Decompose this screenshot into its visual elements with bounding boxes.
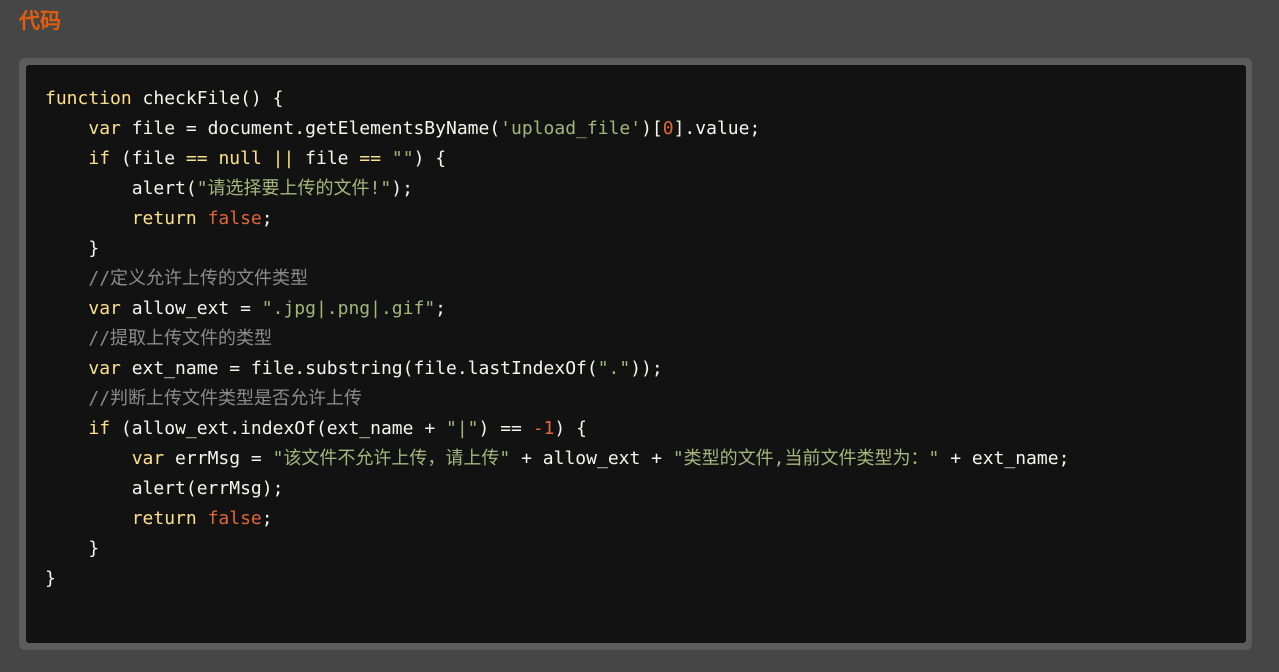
code-comment: //定义允许上传的文件类型 [88,268,309,289]
code-line: alert(errMsg); [45,474,1069,504]
code-string: "该文件不允许上传，请上传" [272,448,511,469]
code-plain: (file [110,148,186,169]
code-plain [45,268,88,289]
code-keyword: || [272,148,295,169]
code-comment: //判断上传文件类型是否允许上传 [88,388,363,409]
code-plain: ].value; [673,118,761,139]
code-line: //提取上传文件的类型 [45,324,1069,354]
code-plain: alert(errMsg); [45,478,284,499]
code-plain [45,118,88,139]
code-plain [381,148,392,169]
code-string: 'upload_file' [500,118,642,139]
code-plain: alert( [45,178,197,199]
code-plain: + allow_ext + [510,448,673,469]
code-plain: } [45,538,100,559]
code-keyword: == [359,148,382,169]
code-plain [208,148,219,169]
code-line: } [45,564,1069,594]
code-plain: file = document.getElementsByName( [120,118,501,139]
code-keyword: var [131,448,165,469]
code-plain: ext_name = file.substring(file.lastIndex… [120,358,598,379]
code-number: 0 [662,118,674,139]
code-plain [197,508,208,529]
code-line: if (allow_ext.indexOf(ext_name + "|") ==… [45,414,1069,444]
code-line: return false; [45,504,1069,534]
code-string: "|" [446,418,479,439]
code-line: alert("请选择要上传的文件!"); [45,174,1069,204]
code-plain [262,148,273,169]
code-plain [45,358,88,379]
code-string: "." [597,358,631,379]
code-line: var file = document.getElementsByName('u… [45,114,1069,144]
code-line: } [45,534,1069,564]
code-block[interactable]: function checkFile() { var file = docume… [26,65,1246,643]
code-string: "请选择要上传的文件!" [196,178,392,199]
code-plain [45,298,88,319]
code-line: if (file == null || file == "") { [45,144,1069,174]
code-plain: ; [435,298,446,319]
code-line: //判断上传文件类型是否允许上传 [45,384,1069,414]
code-plain [45,418,88,439]
code-string: "" [391,148,414,169]
code-plain: )[ [641,118,663,139]
code-plain [197,208,208,229]
code-plain [45,148,88,169]
code-plain: ; [261,508,273,529]
code-keyword: var [88,118,121,139]
code-keyword: if [88,418,111,439]
code-plain: file [294,148,360,169]
code-plain: errMsg = [164,448,273,469]
code-plain: ); [391,178,413,199]
code-comment: //提取上传文件的类型 [88,328,273,349]
code-line: var errMsg = "该文件不允许上传，请上传" + allow_ext … [45,444,1070,474]
code-keyword: return [131,508,197,529]
code-plain: + ext_name; [939,448,1070,469]
code-plain: ; [261,208,273,229]
code-number: -1 [532,418,555,439]
code-plain: } [45,238,100,259]
code-plain: )); [630,358,663,379]
code-keyword: null [218,148,262,169]
code-string: "类型的文件,当前文件类型为：" [672,448,940,469]
code-plain [45,208,132,229]
code-plain: } [45,568,56,589]
code-line: var ext_name = file.substring(file.lastI… [45,354,1069,384]
code-line: return false; [45,204,1069,234]
code-plain: ) { [413,148,447,169]
code-plain [45,448,132,469]
code-string: ".jpg|.png|.gif" [261,298,436,319]
code-plain: checkFile() { [131,88,284,109]
code-line: //定义允许上传的文件类型 [45,264,1069,294]
code-keyword: var [88,358,121,379]
code-keyword: return [131,208,197,229]
code-keyword: function [45,88,132,109]
code-plain: (allow_ext.indexOf(ext_name + [110,418,446,439]
code-keyword: var [88,298,121,319]
code-plain: ) == [478,418,533,439]
page: 代码 function checkFile() { var file = doc… [0,0,1279,672]
code-plain [45,328,88,349]
code-boolean: false [207,508,262,529]
code-keyword: if [88,148,111,169]
code-line: function checkFile() { [45,84,1069,114]
section-title: 代码 [19,9,61,33]
code-keyword: == [185,148,208,169]
code-text[interactable]: function checkFile() { var file = docume… [45,84,1069,594]
code-plain: ) { [554,418,587,439]
code-plain [45,388,88,409]
code-line: } [45,234,1069,264]
code-plain: allow_ext = [120,298,262,319]
code-line: var allow_ext = ".jpg|.png|.gif"; [45,294,1069,324]
code-plain [45,508,132,529]
code-boolean: false [207,208,262,229]
